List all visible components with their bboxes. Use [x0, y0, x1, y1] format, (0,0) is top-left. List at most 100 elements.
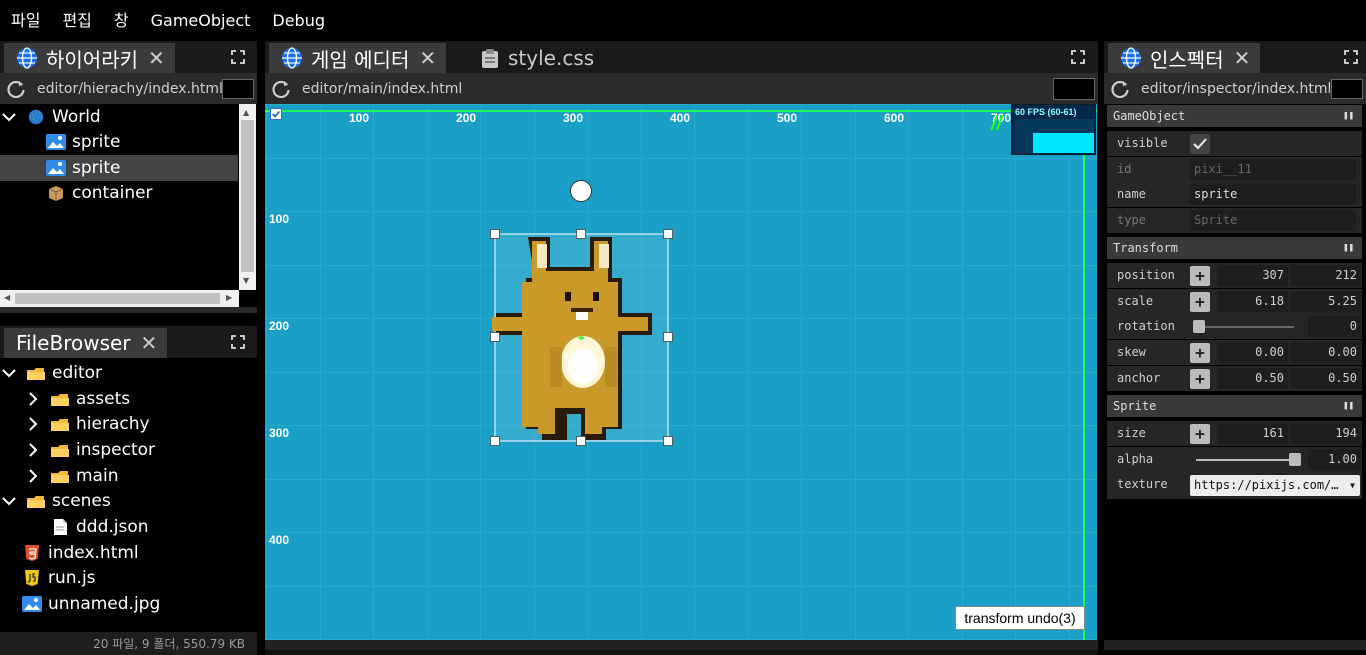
- rotation-slider[interactable]: [1193, 320, 1294, 333]
- chevron-right-icon[interactable]: [26, 392, 40, 406]
- ruler-x-tick: 500: [777, 111, 797, 125]
- reload-icon[interactable]: [5, 78, 27, 100]
- scale-x-field[interactable]: 6.18: [1218, 291, 1288, 312]
- size-h-field[interactable]: 194: [1291, 423, 1361, 444]
- file-item[interactable]: index.html: [0, 540, 257, 566]
- size-w-field[interactable]: 161: [1218, 423, 1288, 444]
- chevron-down-icon: ▼: [1350, 481, 1355, 490]
- tree-item-world[interactable]: World: [0, 104, 238, 130]
- maximize-icon[interactable]: [1344, 50, 1358, 64]
- pause-icon[interactable]: ❚❚: [1343, 395, 1354, 417]
- resize-handle[interactable]: [265, 640, 1098, 650]
- chevron-right-icon[interactable]: [26, 469, 40, 483]
- file-item[interactable]: ddd.json: [0, 514, 257, 540]
- position-x-field[interactable]: 307: [1218, 265, 1288, 286]
- tab-inspector[interactable]: 인스펙터 ✕: [1108, 43, 1261, 73]
- skew-x-field[interactable]: 0.00: [1218, 342, 1288, 363]
- close-icon[interactable]: ✕: [419, 46, 436, 70]
- file-item[interactable]: editor: [0, 360, 257, 386]
- tree-item-sprite[interactable]: sprite: [0, 129, 238, 155]
- section-sprite[interactable]: Sprite ❚❚: [1107, 395, 1362, 417]
- rotation-handle[interactable]: [570, 180, 592, 202]
- color-swatch[interactable]: [1053, 77, 1095, 100]
- slider-thumb[interactable]: [1289, 453, 1301, 466]
- menu-gameobject[interactable]: GameObject: [140, 0, 262, 41]
- tab-game-editor[interactable]: 게임 에디터 ✕: [269, 43, 447, 73]
- position-y-field[interactable]: 212: [1291, 265, 1361, 286]
- file-item[interactable]: inspector: [0, 437, 257, 463]
- menu-window[interactable]: 창: [103, 0, 140, 41]
- file-item[interactable]: unnamed.jpg: [0, 591, 257, 617]
- file-item[interactable]: run.js: [0, 565, 257, 591]
- reload-icon[interactable]: [270, 78, 292, 100]
- globe-icon: [28, 109, 44, 125]
- plus-icon[interactable]: +: [1190, 343, 1210, 363]
- alpha-slider[interactable]: [1196, 453, 1301, 466]
- scroll-left-icon[interactable]: ◀: [4, 293, 10, 302]
- menu-file[interactable]: 파일: [0, 0, 51, 41]
- anchor-y-field[interactable]: 0.50: [1291, 368, 1361, 389]
- game-canvas[interactable]: 100 200 300 400 500 600 700 100 200 300 400: [265, 104, 1097, 640]
- close-icon[interactable]: ✕: [141, 331, 158, 355]
- close-icon[interactable]: ✕: [1234, 46, 1251, 70]
- file-item[interactable]: assets: [0, 386, 257, 412]
- maximize-icon[interactable]: [1071, 50, 1085, 64]
- file-item[interactable]: scenes: [0, 488, 257, 514]
- vertical-scrollbar[interactable]: ▲ ▼: [239, 104, 256, 290]
- alpha-field[interactable]: 1.00: [1308, 449, 1361, 470]
- skew-y-field[interactable]: 0.00: [1291, 342, 1361, 363]
- name-field[interactable]: sprite: [1190, 184, 1356, 205]
- rotation-field[interactable]: 0: [1308, 316, 1361, 337]
- chevron-down-icon[interactable]: [2, 366, 16, 380]
- file-item-label: editor: [52, 363, 103, 383]
- scroll-thumb[interactable]: [15, 293, 220, 304]
- scale-y-field[interactable]: 5.25: [1291, 291, 1361, 312]
- color-swatch[interactable]: [222, 78, 254, 99]
- anchor-x-field[interactable]: 0.50: [1218, 368, 1288, 389]
- maximize-icon[interactable]: [231, 335, 245, 349]
- scroll-right-icon[interactable]: ▶: [226, 293, 232, 302]
- menu-edit[interactable]: 편집: [51, 0, 102, 41]
- scroll-down-icon[interactable]: ▼: [243, 276, 249, 285]
- plus-icon[interactable]: +: [1190, 369, 1210, 389]
- globe-icon: [17, 47, 37, 69]
- chevron-down-icon[interactable]: [2, 494, 16, 508]
- chevron-right-icon[interactable]: [26, 417, 40, 431]
- type-field: Sprite: [1190, 210, 1356, 231]
- color-swatch[interactable]: [1331, 78, 1363, 99]
- plus-icon[interactable]: +: [1190, 266, 1210, 286]
- plus-icon[interactable]: +: [1190, 292, 1210, 312]
- reload-icon[interactable]: [1109, 78, 1131, 100]
- horizontal-scrollbar[interactable]: ◀ ▶: [0, 290, 239, 307]
- transform-undo-button[interactable]: transform undo(3): [955, 606, 1085, 630]
- texture-select[interactable]: https://pixijs.com/… ▼: [1190, 475, 1360, 496]
- tab-label: style.css: [508, 46, 595, 70]
- file-item[interactable]: hierachy: [0, 411, 257, 437]
- label-visible: visible: [1117, 136, 1168, 150]
- scroll-up-icon[interactable]: ▲: [243, 108, 249, 117]
- chevron-down-icon[interactable]: [2, 110, 16, 124]
- resize-handle[interactable]: [0, 307, 257, 313]
- maximize-icon[interactable]: [231, 50, 245, 64]
- image-icon: [46, 160, 66, 176]
- tree-item-sprite-selected[interactable]: sprite: [0, 155, 238, 181]
- chevron-right-icon[interactable]: [26, 443, 40, 457]
- pause-icon[interactable]: ❚❚: [1343, 237, 1354, 259]
- close-icon[interactable]: ✕: [148, 46, 165, 70]
- scroll-thumb[interactable]: [241, 120, 254, 272]
- tab-hierarchy[interactable]: 하이어라키 ✕: [4, 43, 175, 73]
- editor-tabbar: 게임 에디터 ✕ style.css: [265, 41, 1098, 73]
- grid-checkbox[interactable]: [270, 108, 282, 120]
- visible-checkbox[interactable]: [1190, 134, 1210, 154]
- pause-icon[interactable]: ❚❚: [1343, 105, 1354, 127]
- menu-debug[interactable]: Debug: [261, 0, 336, 41]
- section-transform[interactable]: Transform ❚❚: [1107, 237, 1362, 259]
- file-item[interactable]: main: [0, 463, 257, 489]
- tree-item-container[interactable]: container: [0, 180, 238, 206]
- tab-style-css[interactable]: style.css: [469, 43, 604, 73]
- tab-filebrowser[interactable]: FileBrowser ✕: [4, 328, 168, 358]
- plus-icon[interactable]: +: [1190, 424, 1210, 444]
- resize-handle[interactable]: [1104, 640, 1366, 650]
- slider-thumb[interactable]: [1193, 320, 1205, 333]
- section-gameobject[interactable]: GameObject ❚❚: [1107, 105, 1362, 127]
